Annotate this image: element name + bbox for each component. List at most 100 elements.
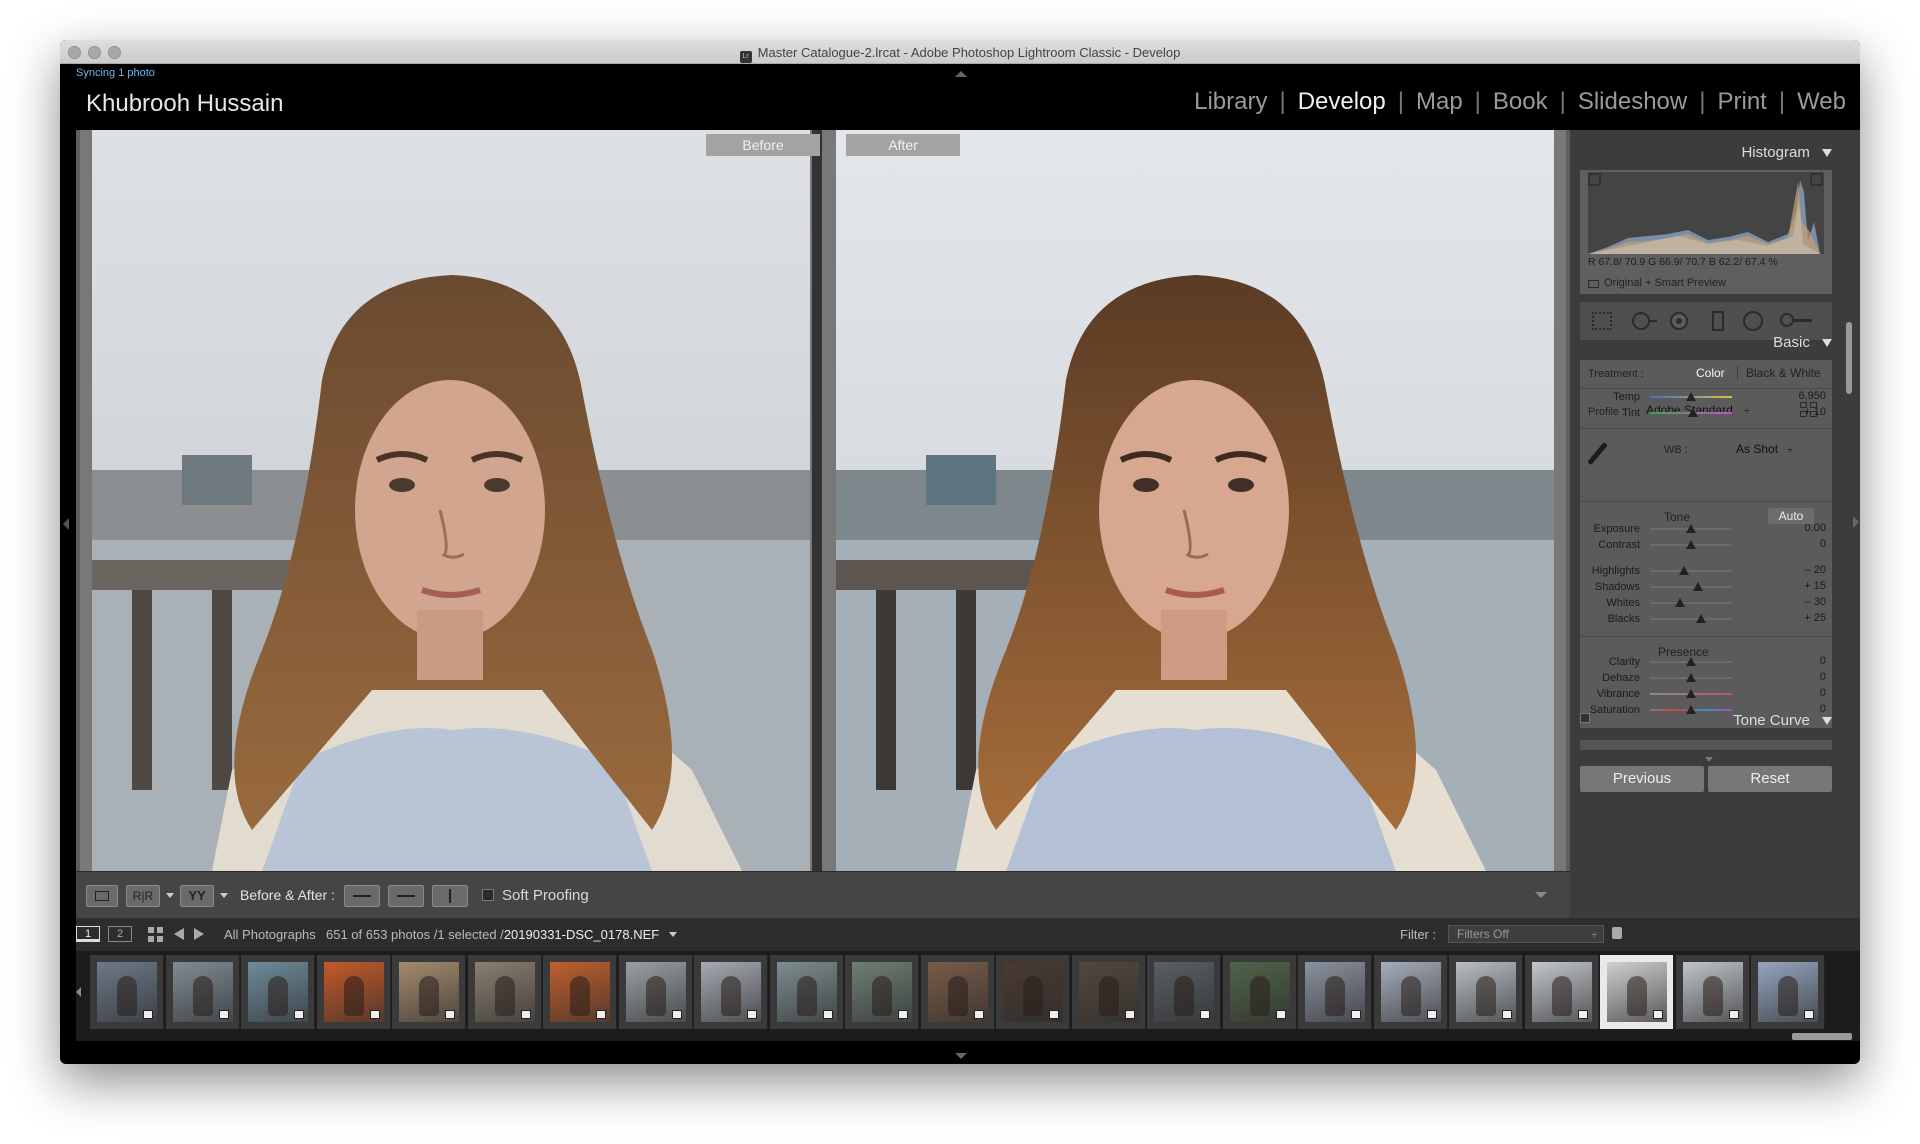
scroll-down-icon[interactable] bbox=[1705, 757, 1713, 762]
clarity-value[interactable]: 0 bbox=[1760, 655, 1826, 667]
whites-slider-thumb[interactable] bbox=[1674, 598, 1685, 607]
filmstrip-thumbnail[interactable] bbox=[1071, 955, 1146, 1029]
toolbar-content-dropdown-icon[interactable] bbox=[1535, 892, 1547, 898]
highlights-value[interactable]: – 20 bbox=[1760, 564, 1826, 576]
red-eye-icon[interactable] bbox=[1670, 312, 1688, 330]
crop-overlay-icon[interactable] bbox=[1592, 312, 1612, 330]
exposure-slider-thumb[interactable] bbox=[1686, 524, 1696, 533]
spot-removal-icon[interactable] bbox=[1632, 312, 1650, 330]
filmstrip-thumbnail[interactable] bbox=[1751, 955, 1825, 1029]
left-panel-toggle-icon[interactable] bbox=[63, 518, 69, 530]
module-slideshow[interactable]: Slideshow bbox=[1578, 88, 1687, 115]
whites-slider[interactable] bbox=[1650, 602, 1732, 604]
filmstrip-thumbnail[interactable] bbox=[90, 955, 164, 1029]
filmstrip-thumbnail[interactable] bbox=[392, 955, 466, 1029]
filmstrip-thumbnail[interactable] bbox=[543, 955, 617, 1029]
contrast-slider-thumb[interactable] bbox=[1686, 540, 1696, 549]
basic-header[interactable]: Basic bbox=[1570, 334, 1832, 358]
previous-button[interactable]: Previous bbox=[1580, 766, 1704, 792]
smart-preview-icon[interactable] bbox=[1588, 280, 1599, 288]
white-balance-eyedropper-icon[interactable] bbox=[1587, 442, 1620, 472]
back-arrow-icon[interactable] bbox=[174, 928, 184, 940]
module-web[interactable]: Web bbox=[1797, 88, 1846, 115]
blacks-slider[interactable] bbox=[1650, 618, 1732, 620]
treatment-color[interactable]: Color bbox=[1696, 366, 1725, 380]
filter-dropdown[interactable]: Filters Off ÷ bbox=[1448, 925, 1604, 943]
module-map[interactable]: Map bbox=[1416, 88, 1463, 115]
filmstrip-thumbnail[interactable] bbox=[1600, 955, 1674, 1029]
vibrance-slider-thumb[interactable] bbox=[1686, 689, 1696, 698]
auto-tone-button[interactable]: Auto bbox=[1768, 508, 1814, 524]
whites-value[interactable]: – 30 bbox=[1760, 596, 1826, 608]
swap-before-after-button[interactable] bbox=[432, 885, 468, 907]
copy-before-to-after-button[interactable] bbox=[344, 885, 380, 907]
grid-view-icon[interactable] bbox=[148, 927, 164, 943]
photo-count[interactable]: 651 of 653 photos /1 selected /20190331-… bbox=[326, 927, 677, 942]
tint-slider-thumb[interactable] bbox=[1687, 408, 1698, 417]
forward-arrow-icon[interactable] bbox=[194, 928, 204, 940]
after-image[interactable] bbox=[836, 130, 1554, 871]
temp-slider-thumb[interactable] bbox=[1686, 392, 1696, 401]
treatment-black-white[interactable]: Black & White bbox=[1746, 366, 1821, 380]
highlights-slider-thumb[interactable] bbox=[1678, 566, 1689, 575]
blacks-value[interactable]: + 25 bbox=[1760, 612, 1826, 624]
shadows-slider-thumb[interactable] bbox=[1692, 582, 1703, 591]
main-window-button[interactable]: 1 bbox=[76, 926, 100, 942]
right-panel-scrollbar[interactable] bbox=[1846, 322, 1852, 394]
filmstrip-thumbnail[interactable] bbox=[920, 955, 995, 1029]
contrast-value[interactable]: 0 bbox=[1760, 538, 1826, 550]
filmstrip-scrollbar[interactable] bbox=[1792, 1033, 1852, 1040]
filmstrip-thumbnail[interactable] bbox=[316, 955, 391, 1029]
wb-dropdown[interactable]: As Shot ÷ bbox=[1736, 442, 1793, 456]
temp-value[interactable]: 6,950 bbox=[1760, 390, 1826, 402]
secondary-window-button[interactable]: 2 bbox=[108, 926, 132, 942]
filmstrip-thumbnail[interactable] bbox=[1298, 955, 1372, 1029]
blacks-slider-thumb[interactable] bbox=[1695, 614, 1706, 623]
filmstrip-thumbnail[interactable] bbox=[1675, 955, 1750, 1029]
right-panel-toggle-icon[interactable] bbox=[1853, 516, 1859, 528]
source-label[interactable]: All Photographs bbox=[224, 927, 316, 942]
shadows-value[interactable]: + 15 bbox=[1760, 580, 1826, 592]
filmstrip-thumbnail[interactable] bbox=[618, 955, 693, 1029]
soft-proofing-checkbox[interactable] bbox=[482, 889, 494, 901]
filmstrip-thumbnail[interactable] bbox=[1147, 955, 1221, 1029]
rr-dropdown-icon[interactable] bbox=[166, 893, 174, 898]
top-panel-toggle-icon[interactable] bbox=[955, 71, 967, 77]
filmstrip-thumbnail[interactable] bbox=[1524, 955, 1599, 1029]
histogram-header[interactable]: Histogram bbox=[1570, 144, 1832, 168]
vibrance-value[interactable]: 0 bbox=[1760, 687, 1826, 699]
loupe-view-button[interactable] bbox=[86, 885, 118, 907]
filmstrip-thumbnail[interactable] bbox=[694, 955, 768, 1029]
module-print[interactable]: Print bbox=[1717, 88, 1766, 115]
yy-dropdown-icon[interactable] bbox=[220, 893, 228, 898]
highlights-slider[interactable] bbox=[1650, 570, 1732, 572]
module-library[interactable]: Library bbox=[1194, 88, 1267, 115]
shadows-slider[interactable] bbox=[1650, 586, 1732, 588]
before-after-left-right-button[interactable]: R|R bbox=[126, 885, 160, 907]
tint-value[interactable]: + 10 bbox=[1760, 406, 1826, 418]
before-image[interactable] bbox=[92, 130, 810, 871]
radial-filter-icon[interactable] bbox=[1743, 311, 1763, 331]
dehaze-value[interactable]: 0 bbox=[1760, 671, 1826, 683]
module-develop[interactable]: Develop bbox=[1298, 88, 1386, 115]
filmstrip-thumbnail[interactable] bbox=[996, 955, 1070, 1029]
graduated-filter-icon[interactable] bbox=[1712, 311, 1724, 331]
module-book[interactable]: Book bbox=[1493, 88, 1548, 115]
filter-lock-icon[interactable] bbox=[1612, 927, 1622, 939]
copy-after-to-before-button[interactable] bbox=[388, 885, 424, 907]
histogram-graph[interactable] bbox=[1588, 172, 1824, 254]
reset-button[interactable]: Reset bbox=[1708, 766, 1832, 792]
profile-dropdown[interactable]: Adobe Standard ÷ bbox=[1646, 403, 1750, 417]
filmstrip-thumbnail[interactable] bbox=[1449, 955, 1523, 1029]
filmstrip-left-scroll-icon[interactable] bbox=[76, 987, 81, 997]
filmstrip-thumbnail[interactable] bbox=[769, 955, 844, 1029]
before-after-view-button[interactable]: YY bbox=[180, 885, 214, 907]
bottom-panel-toggle-icon[interactable] bbox=[955, 1053, 967, 1059]
filmstrip-thumbnail[interactable] bbox=[845, 955, 919, 1029]
filmstrip-thumbnail[interactable] bbox=[1222, 955, 1297, 1029]
tone-curve-header[interactable]: Tone Curve bbox=[1570, 712, 1832, 736]
filmstrip-thumbnail[interactable] bbox=[165, 955, 240, 1029]
filmstrip-thumbnail[interactable] bbox=[1373, 955, 1448, 1029]
filmstrip-thumbnail[interactable] bbox=[467, 955, 542, 1029]
filmstrip-thumbnail[interactable] bbox=[241, 955, 315, 1029]
